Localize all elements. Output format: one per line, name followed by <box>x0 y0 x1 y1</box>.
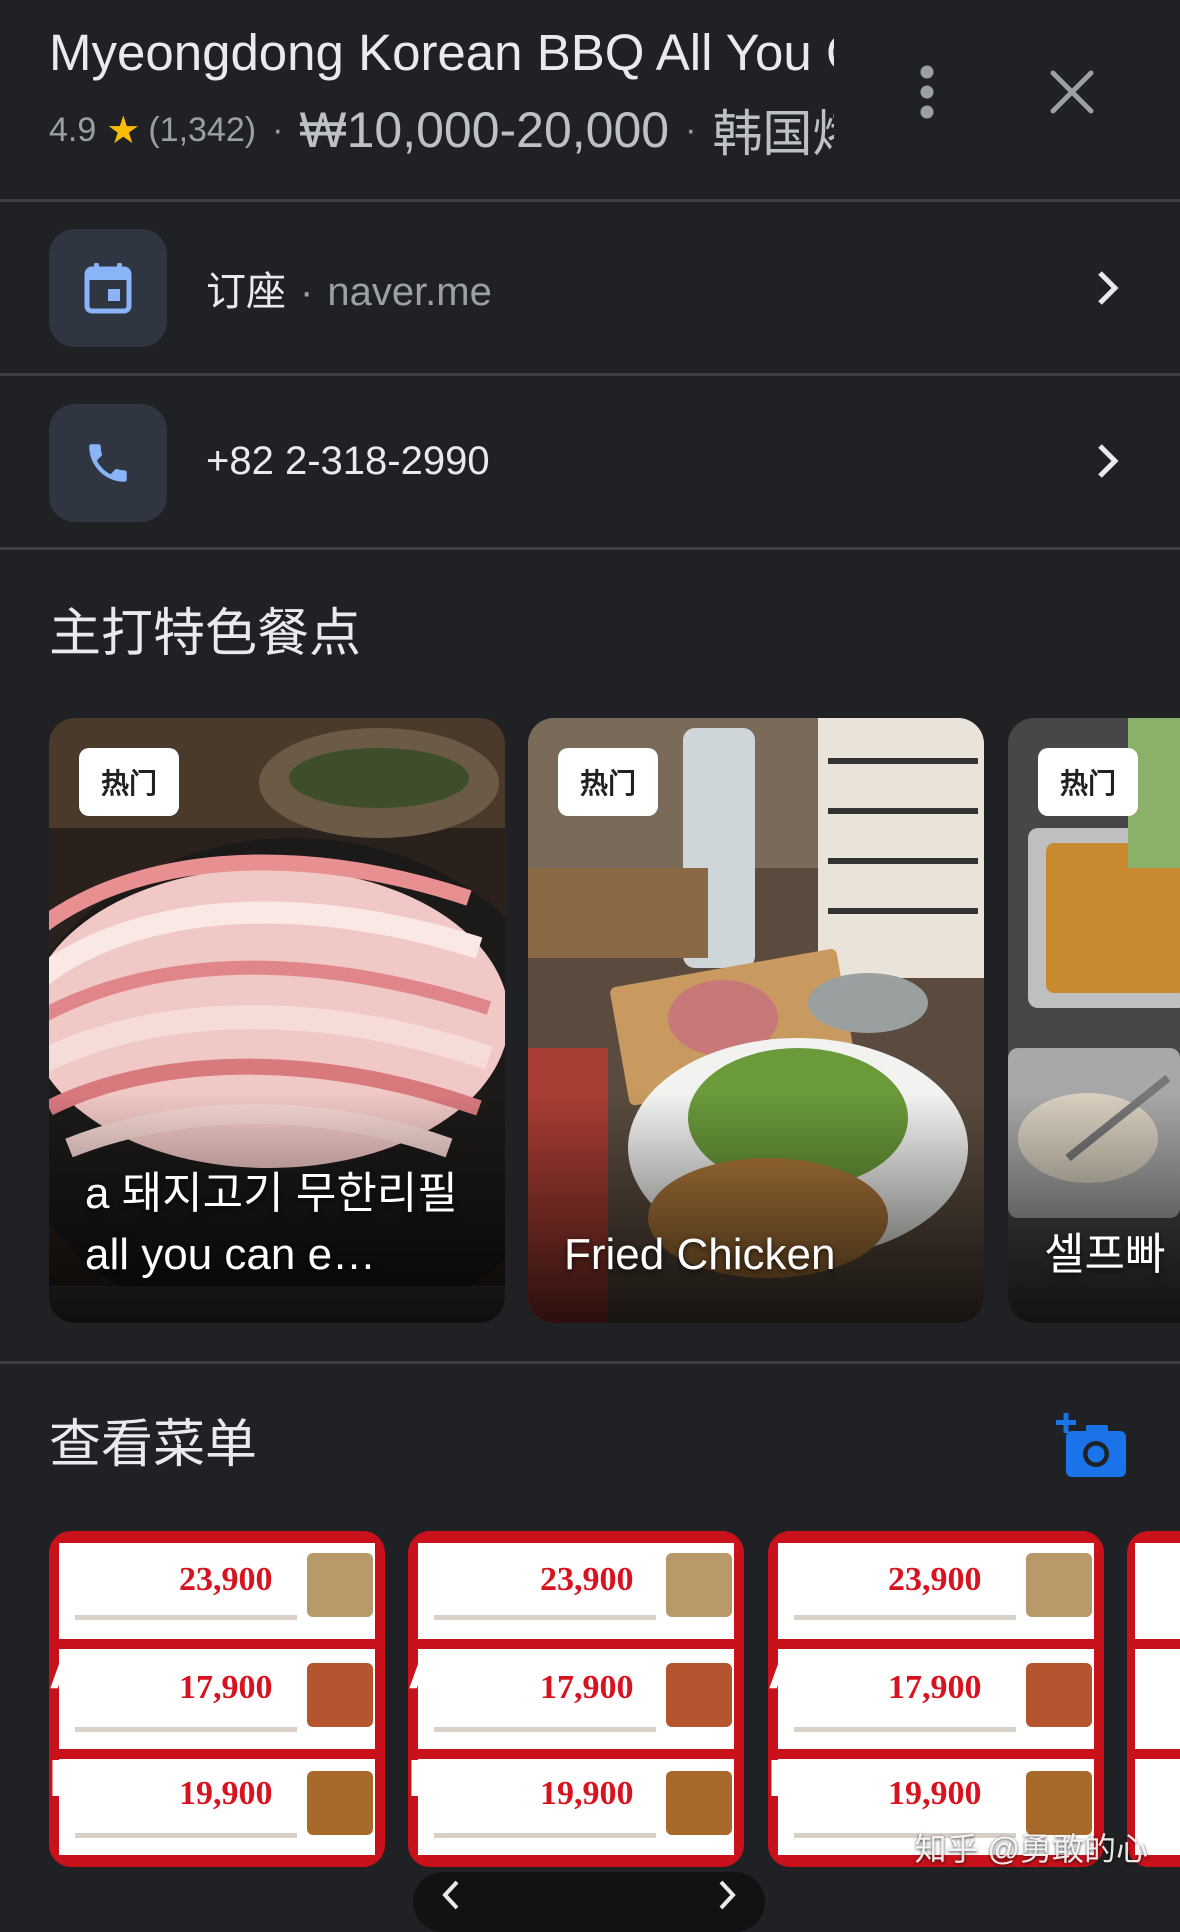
menu-text-line <box>75 1727 297 1732</box>
menu-price: 17,900 <box>540 1669 634 1706</box>
featured-title: 主打特色餐点 <box>49 605 362 663</box>
menu-image[interactable]: A B 23,900 17,900 19,900 <box>768 1531 1104 1867</box>
menu-image[interactable] <box>1127 1531 1180 1867</box>
dish-caption: Fried Chicken <box>564 1230 836 1279</box>
menu-thumb <box>1026 1663 1092 1727</box>
close-button[interactable] <box>1040 60 1104 124</box>
menu-price: 23,900 <box>888 1561 982 1598</box>
menu-letter-a: A <box>408 1642 446 1700</box>
menu-text-line <box>434 1615 656 1620</box>
caption-shade <box>1008 1093 1180 1323</box>
chevron-right-icon <box>1098 271 1119 305</box>
reserve-label: 订座 <box>206 270 286 314</box>
chevron-right-icon <box>1098 444 1119 478</box>
more-options-button[interactable] <box>897 52 957 132</box>
menu-band <box>1135 1649 1180 1749</box>
separator-dot: · <box>272 110 284 149</box>
more-vert-icon <box>920 65 934 119</box>
close-icon <box>1050 70 1094 114</box>
menu-thumb <box>307 1553 373 1617</box>
menu-price: 19,900 <box>888 1775 982 1812</box>
menu-letter-b: B <box>768 1750 806 1808</box>
phone-number: +82 2-318-2990 <box>206 438 490 483</box>
menu-letter-b: B <box>408 1750 446 1808</box>
phone-icon <box>89 444 127 482</box>
star-icon: ★ <box>106 109 141 152</box>
menu-text-line <box>75 1615 297 1620</box>
menu-price: 23,900 <box>540 1561 634 1598</box>
menu-band <box>1135 1543 1180 1639</box>
menu-thumb <box>666 1553 732 1617</box>
menu-thumb <box>666 1771 732 1835</box>
menu-thumb <box>307 1663 373 1727</box>
cuisine-label: 韩国烤肉 <box>712 106 834 160</box>
menu-image[interactable]: A B 23,900 17,900 19,900 <box>49 1531 385 1867</box>
menu-price: 19,900 <box>179 1775 273 1812</box>
add-menu-photo-button[interactable] <box>1056 1412 1128 1480</box>
menu-text-line <box>794 1727 1016 1732</box>
divider <box>0 1361 1180 1364</box>
phone-row[interactable]: +82 2-318-2990 <box>0 376 1180 546</box>
menu-text-line <box>434 1727 656 1732</box>
menu-text-line <box>794 1615 1016 1620</box>
menu-thumb <box>307 1771 373 1835</box>
dish-caption: 셀프빠 <box>1044 1230 1166 1279</box>
menu-title: 查看菜单 <box>49 1416 258 1474</box>
menu-letter-b: B <box>49 1750 87 1808</box>
reserve-text: 订座 · naver.me <box>206 259 492 317</box>
divider <box>0 199 1180 202</box>
menu-price: 19,900 <box>540 1775 634 1812</box>
phone-icon-box <box>49 404 167 522</box>
menu-text-line <box>75 1833 297 1838</box>
chevron-left-icon <box>442 1880 459 1910</box>
reserve-row[interactable]: 订座 · naver.me <box>0 203 1180 373</box>
menu-image[interactable]: A B 23,900 17,900 19,900 <box>408 1531 744 1867</box>
price-range: ₩10,000-20,000 <box>299 102 670 158</box>
calendar-icon <box>84 263 132 314</box>
menu-letter-a: A <box>768 1642 806 1700</box>
place-title: Myeongdong Korean BBQ All You Can Eat <box>49 24 834 81</box>
caption-shade <box>528 1093 984 1323</box>
dish-caption: a 돼지고기 무한리필 all you can e… <box>85 1169 458 1279</box>
menu-price: 23,900 <box>179 1561 273 1598</box>
popular-badge: 热门 <box>558 748 659 816</box>
menu-price: 17,900 <box>179 1669 273 1706</box>
popular-badge: 热门 <box>79 748 180 816</box>
reserve-domain: naver.me <box>327 270 492 314</box>
place-subtitle: 4.9 ★ (1,342) · ₩10,000-20,000 · 韩国烤肉 <box>49 100 834 160</box>
watermark-text: 知乎 @勇敢的心 <box>914 1831 1148 1867</box>
chevron-right-icon <box>719 1880 736 1910</box>
menu-thumb <box>666 1663 732 1727</box>
calendar-icon-box <box>49 229 167 347</box>
menu-letter-a: A <box>49 1642 87 1700</box>
popular-badge: 热门 <box>1038 748 1139 816</box>
separator-dot: · <box>300 270 314 314</box>
separator-dot: · <box>685 110 697 149</box>
review-count: (1,342) <box>148 110 257 149</box>
menu-thumb <box>1026 1553 1092 1617</box>
divider <box>0 547 1180 550</box>
rating-value: 4.9 <box>49 110 97 149</box>
menu-price: 17,900 <box>888 1669 982 1706</box>
dish-card[interactable]: 热门 셀프빠 <box>1008 718 1180 1323</box>
carousel-nav-pill[interactable] <box>413 1872 765 1932</box>
dish-card[interactable]: 热门 a 돼지고기 무한리필 all you can e… <box>49 718 505 1323</box>
dish-card[interactable]: 热门 Fried Chicken <box>528 718 984 1323</box>
add-photo-icon <box>1056 1413 1126 1477</box>
menu-text-line <box>434 1833 656 1838</box>
